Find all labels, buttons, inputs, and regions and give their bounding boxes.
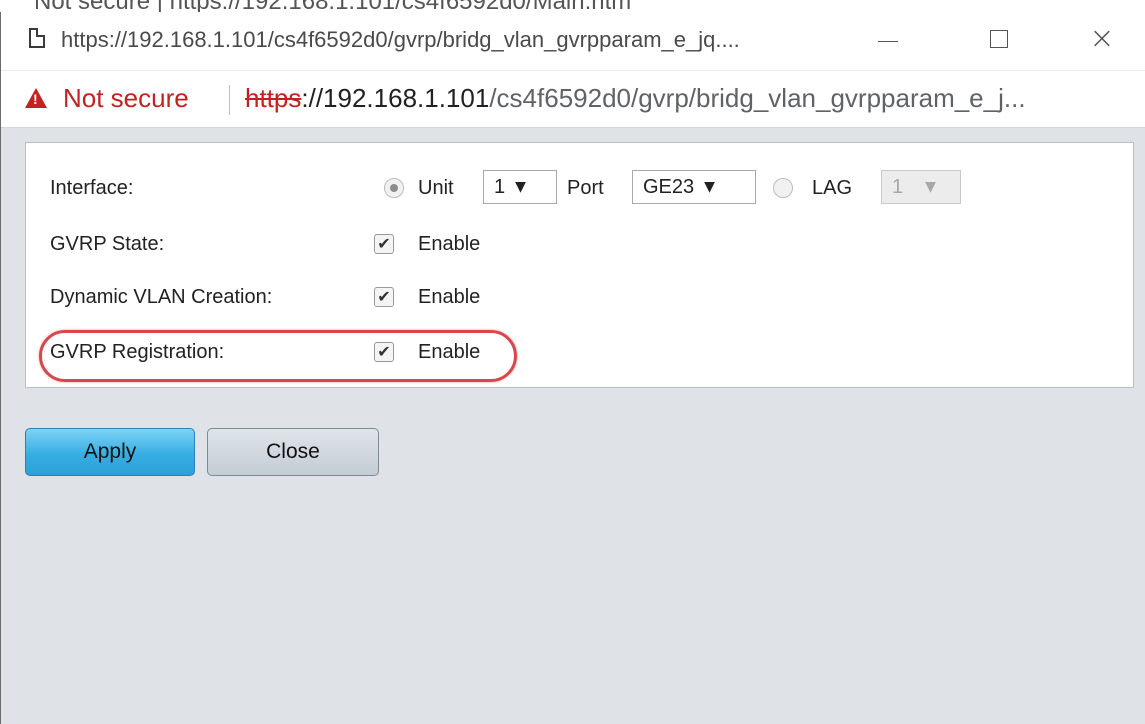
interface-label: Interface:	[50, 177, 134, 199]
apply-button[interactable]: Apply	[25, 428, 195, 476]
dropdown-arrow-icon: ▼	[704, 179, 715, 195]
lag-radio[interactable]	[773, 178, 793, 198]
dropdown-arrow-icon: ▼	[515, 179, 526, 195]
unit-select[interactable]: 1 ▼	[483, 170, 557, 204]
close-icon: ×	[1089, 21, 1115, 56]
close-window-button[interactable]: ×	[1079, 20, 1125, 58]
address-bar[interactable]: ! Not secure https://192.168.1.101/cs4f6…	[1, 70, 1145, 128]
url-host: ://192.168.1.101	[301, 83, 490, 113]
gvrp-state-checkbox[interactable]: ✔	[374, 234, 394, 254]
port-label: Port	[567, 177, 604, 199]
close-button[interactable]: Close	[207, 428, 379, 476]
port-select-value: GE23	[643, 175, 695, 198]
gvrp-state-label: GVRP State:	[50, 233, 165, 255]
dynamic-vlan-enable-label: Enable	[418, 286, 481, 308]
dynamic-vlan-checkbox[interactable]: ✔	[374, 287, 394, 307]
title-bar: https://192.168.1.101/cs4f6592d0/gvrp/br…	[1, 12, 1145, 70]
minimize-icon	[878, 40, 898, 42]
window-title: https://192.168.1.101/cs4f6592d0/gvrp/br…	[61, 27, 740, 52]
security-label[interactable]: Not secure	[63, 83, 189, 114]
url-scheme: https	[245, 83, 302, 113]
page-icon	[29, 28, 45, 48]
lag-label: LAG	[812, 177, 853, 199]
gvrp-state-enable-label: Enable	[418, 233, 481, 255]
highlight-annotation	[39, 330, 517, 382]
checkmark-icon: ✔	[377, 287, 391, 306]
page-content: Interface: Unit 1 ▼ Port GE23 ▼ LAG 1 ▼ GVR…	[1, 128, 1145, 724]
dynamic-vlan-label: Dynamic VLAN Creation:	[50, 286, 273, 308]
unit-label: Unit	[418, 177, 454, 199]
popup-window: https://192.168.1.101/cs4f6592d0/gvrp/br…	[0, 12, 1145, 724]
warning-icon: !	[25, 88, 47, 108]
url-path: /cs4f6592d0/gvrp/bridg_vlan_gvrpparam_e_…	[489, 83, 1026, 113]
address-separator	[229, 85, 230, 115]
maximize-button[interactable]	[976, 20, 1022, 58]
minimize-button[interactable]	[865, 20, 911, 58]
dropdown-arrow-icon: ▼	[925, 179, 936, 195]
lag-select-value: 1	[892, 175, 904, 198]
maximize-icon	[990, 30, 1008, 48]
url-text[interactable]: https://192.168.1.101/cs4f6592d0/gvrp/br…	[245, 83, 1026, 114]
checkmark-icon: ✔	[377, 234, 391, 253]
unit-radio[interactable]	[384, 178, 404, 198]
lag-select[interactable]: 1 ▼	[881, 170, 961, 204]
unit-select-value: 1	[494, 175, 506, 198]
settings-panel: Interface: Unit 1 ▼ Port GE23 ▼ LAG 1 ▼ GVR…	[25, 142, 1134, 388]
port-select[interactable]: GE23 ▼	[632, 170, 756, 204]
